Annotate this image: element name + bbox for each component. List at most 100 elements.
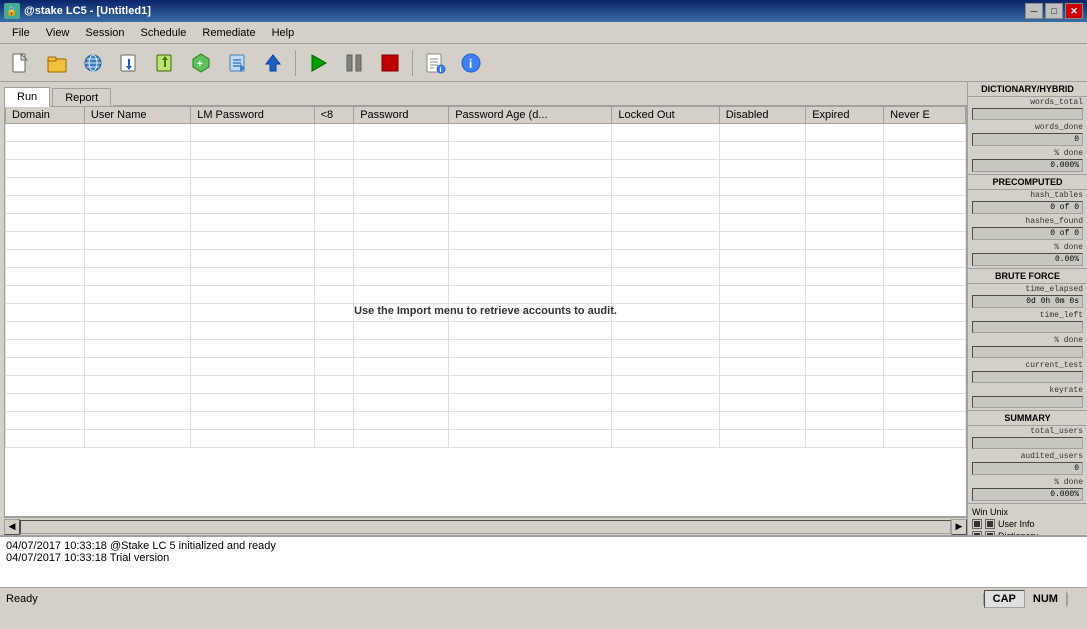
right-panel: DICTIONARY/HYBRID words_total words_done… [967, 82, 1087, 535]
brute-pct-done-label: % done [970, 336, 1085, 345]
user-info-label: User Info [998, 519, 1035, 529]
words-done-value: 0 [972, 133, 1083, 146]
time-left-value [972, 321, 1083, 333]
dict-pct-done-label: % done [970, 149, 1085, 158]
tab-report[interactable]: Report [52, 88, 111, 107]
brute-pct-done-row: % done [968, 335, 1087, 360]
precomp-pct-done-value: 0.00% [972, 253, 1083, 266]
svg-text:+: + [197, 59, 203, 70]
checkbox-fill [974, 521, 980, 527]
log-line-2: 04/07/2017 10:33:18 Trial version [6, 552, 1081, 564]
hscrollbar[interactable]: ◀ ▶ [4, 517, 967, 535]
total-users-value [972, 437, 1083, 449]
col-never-e: Never E [884, 107, 966, 124]
info-button[interactable]: i [454, 47, 488, 79]
menu-schedule[interactable]: Schedule [133, 25, 195, 41]
words-total-label: words_total [970, 98, 1085, 107]
play-button[interactable] [301, 47, 335, 79]
table-row [6, 196, 966, 214]
accounts-table: Domain User Name LM Password <8 Password… [5, 106, 966, 448]
summary-pct-done-row: % done 0.000% [968, 477, 1087, 503]
total-users-label: total_users [970, 427, 1085, 436]
data-table-container[interactable]: Domain User Name LM Password <8 Password… [4, 106, 967, 517]
time-elapsed-label: time_elapsed [970, 285, 1085, 294]
menu-file[interactable]: File [4, 25, 38, 41]
table-row [6, 250, 966, 268]
time-left-row: time_left [968, 310, 1087, 335]
export-button[interactable] [148, 47, 182, 79]
import-button[interactable] [112, 47, 146, 79]
dictionary-checkbox-win[interactable] [972, 531, 982, 535]
menu-help[interactable]: Help [264, 25, 303, 41]
titlebar: 🔒 @stake LC5 - [Untitled1] ─ □ ✕ [0, 0, 1087, 22]
menu-remediate[interactable]: Remediate [194, 25, 263, 41]
play-icon [307, 52, 329, 74]
brute-force-title: BRUTE FORCE [968, 269, 1087, 284]
remove-button[interactable] [220, 47, 254, 79]
table-row [6, 322, 966, 340]
dict-pct-done-row: % done 0.000% [968, 148, 1087, 174]
toolbar-separator [295, 50, 296, 76]
tab-run[interactable]: Run [4, 87, 50, 107]
report-button[interactable]: i [418, 47, 452, 79]
menubar: File View Session Schedule Remediate Hel… [0, 22, 1087, 44]
log-area: 04/07/2017 10:33:18 @Stake LC 5 initiali… [0, 535, 1087, 587]
globe-icon [82, 52, 104, 74]
brute-force-section: BRUTE FORCE time_elapsed 0d 0h 0m 0s tim… [968, 269, 1087, 411]
main-content: Run Report Domain User Name LM Password … [0, 82, 1087, 535]
keyrate-label: keyrate [970, 386, 1085, 395]
minimize-button[interactable]: ─ [1025, 3, 1043, 19]
internet-button[interactable] [76, 47, 110, 79]
toolbar: + [0, 44, 1087, 82]
user-info-checkbox-unix[interactable] [985, 519, 995, 529]
col-disabled: Disabled [719, 107, 805, 124]
stop-button[interactable] [373, 47, 407, 79]
menu-view[interactable]: View [38, 25, 78, 41]
cap-indicator: CAP [984, 590, 1025, 608]
table-row [6, 358, 966, 376]
checkbox-fill [987, 521, 993, 527]
words-total-row: words_total [968, 97, 1087, 122]
dict-pct-done-value: 0.000% [972, 159, 1083, 172]
audited-users-row: audited_users 0 [968, 451, 1087, 477]
col-expired: Expired [806, 107, 884, 124]
maximize-button[interactable]: □ [1045, 3, 1063, 19]
new-icon [10, 52, 32, 74]
table-row [6, 142, 966, 160]
scroll-left-button[interactable]: ◀ [4, 519, 20, 535]
table-row [6, 268, 966, 286]
download-icon [262, 52, 284, 74]
summary-title: SUMMARY [968, 411, 1087, 426]
status-text: Ready [0, 593, 984, 605]
checkbox-fill [987, 533, 993, 535]
add-button[interactable]: + [184, 47, 218, 79]
dictionary-checkbox-unix[interactable] [985, 531, 995, 535]
table-row [6, 340, 966, 358]
table-row [6, 160, 966, 178]
tab-container: Run Report [0, 82, 967, 106]
brute-pct-done-value [972, 346, 1083, 358]
tabs: Run Report [0, 82, 967, 106]
table-row [6, 124, 966, 142]
user-info-checkbox-win[interactable] [972, 519, 982, 529]
pause-button[interactable] [337, 47, 371, 79]
words-total-value [972, 108, 1083, 120]
status-spacer [1067, 593, 1087, 605]
hashes-found-row: hashes_found 0 of 0 [968, 216, 1087, 242]
menu-session[interactable]: Session [77, 25, 132, 41]
win-unix-user-info: User Info [972, 519, 1083, 529]
total-users-row: total_users [968, 426, 1087, 451]
precomputed-section: PRECOMPUTED hash_tables 0 of 0 hashes_fo… [968, 175, 1087, 269]
stop-icon [379, 52, 401, 74]
keyrate-value [972, 396, 1083, 408]
download-button[interactable] [256, 47, 290, 79]
scroll-track[interactable] [20, 520, 951, 534]
scroll-right-button[interactable]: ▶ [951, 519, 967, 535]
add-icon: + [190, 52, 212, 74]
table-row [6, 232, 966, 250]
close-button[interactable]: ✕ [1065, 3, 1083, 19]
time-elapsed-value: 0d 0h 0m 0s [972, 295, 1083, 308]
hashes-found-value: 0 of 0 [972, 227, 1083, 240]
open-button[interactable] [40, 47, 74, 79]
new-button[interactable] [4, 47, 38, 79]
